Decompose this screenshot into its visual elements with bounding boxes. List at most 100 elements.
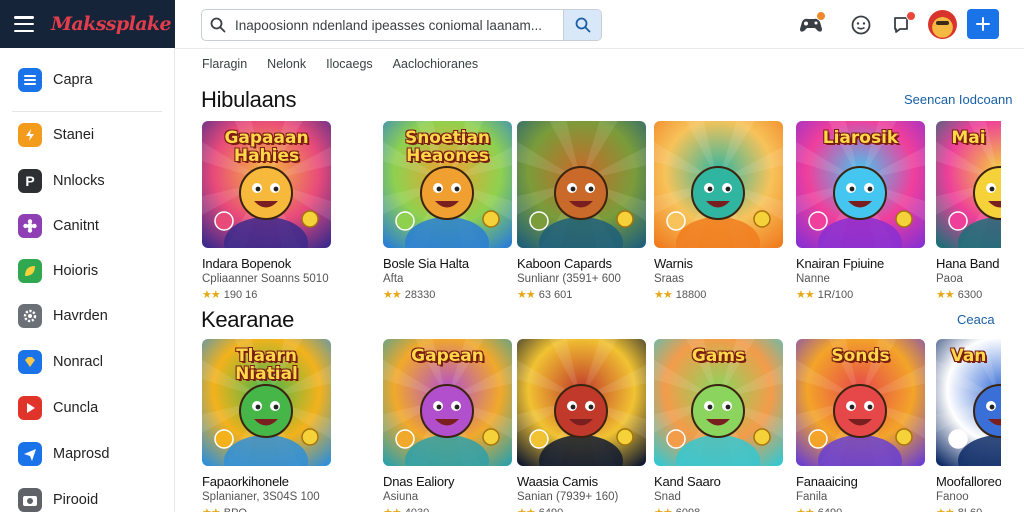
game-thumbnail: Snoetian Heaones [383, 121, 512, 248]
sidebar-item-label: Stanei [53, 127, 95, 143]
search-input[interactable] [235, 10, 565, 40]
gamepad-icon[interactable] [798, 11, 826, 38]
sidebar-item-nonracl[interactable]: Nonracl [0, 342, 174, 382]
game-subtitle: Fanila [796, 491, 828, 503]
menu-icon[interactable] [14, 16, 34, 32]
game-thumbnail: Gams [654, 339, 783, 466]
sidebar-item-capra[interactable]: Capra [0, 60, 174, 100]
sidebar-item-havrden[interactable]: Havrden [0, 296, 174, 336]
game-card[interactable]: Liarosik Knairan Fpiuine Nanne ★★ 1R/100 [796, 121, 926, 301]
search-button[interactable] [563, 10, 601, 40]
game-subtitle: Nanne [796, 273, 830, 285]
tab-ilocaegs[interactable]: Ilocaegs [326, 57, 373, 71]
sidebar-item-label: Pirooid [53, 492, 99, 508]
thumbnail-art-title: Sonds [831, 346, 890, 366]
game-title: Dnas Ealiory [383, 474, 455, 489]
game-title: Knairan Fpiuine [796, 256, 885, 271]
avatar[interactable] [928, 10, 957, 39]
game-subtitle: Afta [383, 273, 404, 285]
sidebar-item-maprosd[interactable]: Maprosd [0, 434, 174, 474]
tab-nelonk[interactable]: Nelonk [267, 57, 306, 71]
gear-icon [18, 304, 42, 328]
see-all-link[interactable]: Seencan Iodcoann [904, 92, 1012, 107]
logo[interactable]: Makssplake [51, 13, 172, 35]
gem-icon [18, 350, 42, 374]
game-thumbnail: Van [936, 339, 1001, 466]
thumbnail-art-title: Liarosik [822, 128, 899, 148]
game-thumbnail [654, 121, 783, 248]
game-thumbnail [517, 339, 646, 466]
thumbnail-art-title: Gams [691, 346, 746, 366]
tab-flaragin[interactable]: Flaragin [202, 57, 247, 71]
rating: ★★ 18800 [654, 288, 784, 301]
star-icon: ★★ [383, 507, 402, 512]
rating-count: 6490 [818, 507, 842, 512]
game-thumbnail: Mai [936, 121, 1001, 248]
star-icon: ★★ [936, 289, 955, 301]
game-card[interactable]: Van Moofalloreo Fanoo ★★8L60 [936, 339, 1001, 512]
game-card[interactable]: Tlaarn Niatial Fapaorkihonele Splanianer, … [202, 339, 332, 512]
star-icon: ★★ [796, 507, 815, 512]
game-thumbnail: Tlaarn Niatial [202, 339, 331, 466]
rating: ★★6490 [517, 506, 647, 512]
search-icon [210, 17, 226, 33]
rating-count: 6300 [957, 289, 983, 301]
game-thumbnail [517, 121, 646, 248]
game-card[interactable]: Gapean Dnas Ealiory Asiuna ★★4030 [383, 339, 513, 512]
rating-count: 190 16 [223, 289, 258, 301]
sidebar-item-label: Nonracl [53, 354, 103, 370]
section-title: Hibulaans [201, 87, 297, 112]
game-title: Kaboon Capards [517, 256, 612, 271]
sidebar-item-nnlocks[interactable]: P Nnlocks [0, 161, 174, 201]
game-subtitle: Asiuna [383, 491, 419, 503]
game-title: Fapaorkihonele [202, 474, 289, 489]
tab-aaclochioranes[interactable]: Aaclochioranes [393, 57, 478, 71]
star-icon: ★★ [202, 507, 221, 512]
game-title: Waasia Camis [517, 474, 598, 489]
thumbnail-art-title: Gapaaan Hahies [224, 128, 309, 166]
rating-count: 4030 [405, 507, 429, 512]
game-title: Hana Band [936, 256, 1000, 271]
game-subtitle: Snad [654, 491, 681, 503]
sidebar-item-hoioris[interactable]: Hoioris [0, 251, 174, 291]
sidebar-item-label: Maprosd [53, 446, 110, 462]
plus-icon [976, 17, 990, 31]
sidebar-item-stanei[interactable]: Stanei [0, 115, 174, 155]
game-subtitle: Sanian (7939+ 160) [517, 491, 619, 503]
bolt-icon [18, 123, 42, 147]
thumbnail-art-title: Van [950, 346, 987, 366]
face-icon[interactable] [848, 12, 874, 38]
game-card[interactable]: Waasia Camis Sanian (7939+ 160) ★★6490 [517, 339, 647, 512]
game-card[interactable]: Kaboon Capards Sunlianr (3591+ 600 ★★ 63 60… [517, 121, 647, 301]
game-card[interactable]: Gams Kand Saaro Snad ★★6098 [654, 339, 784, 512]
game-card[interactable]: Gapaaan Hahies Indara Bopenok Cpliaanner S… [202, 121, 332, 301]
sidebar-item-canitnt[interactable]: Canitnt [0, 206, 174, 246]
thumbnail-art-title: Snoetian Heaones [404, 128, 491, 166]
game-title: Fanaaicing [796, 474, 858, 489]
game-card[interactable]: Mai Hana Band Paoa ★★ 6300 [936, 121, 1001, 301]
notification-icon[interactable] [888, 11, 916, 38]
sidebar-item-pirooid[interactable]: Pirooid [0, 480, 174, 512]
game-thumbnail: Liarosik [796, 121, 925, 248]
rating: ★★4030 [383, 506, 513, 512]
create-button[interactable] [967, 9, 999, 39]
game-subtitle: Sunlianr (3591+ 600 [517, 273, 621, 285]
game-card[interactable]: Sonds Fanaaicing Fanila ★★6490 [796, 339, 926, 512]
game-subtitle: Splanianer, 3S04S 100 [202, 491, 320, 503]
see-all-link[interactable]: Ceaca [957, 312, 995, 327]
rating-count: 6098 [676, 507, 700, 512]
thumbnail-art-title: Tlaarn Niatial [235, 346, 298, 384]
send-icon [18, 442, 42, 466]
game-card[interactable]: Snoetian Heaones Bosle Sia Halta Afta ★★ 283… [383, 121, 513, 301]
camera-icon [18, 488, 42, 512]
app-window: Makssplake Capra Stanei P Nnlocks Canitnt Hoi… [0, 0, 1024, 512]
rating: ★★ 28330 [383, 288, 513, 301]
sidebar-item-cuncla[interactable]: Cuncla [0, 388, 174, 428]
sidebar-item-label: Nnlocks [53, 173, 105, 189]
game-card[interactable]: Warnis Sraas ★★ 18800 [654, 121, 784, 301]
flower-icon [18, 214, 42, 238]
rating: ★★ 1R/100 [796, 288, 926, 301]
game-subtitle: Sraas [654, 273, 685, 285]
game-subtitle: Fanoo [936, 491, 969, 503]
rating-count: 8L60 [958, 507, 982, 512]
